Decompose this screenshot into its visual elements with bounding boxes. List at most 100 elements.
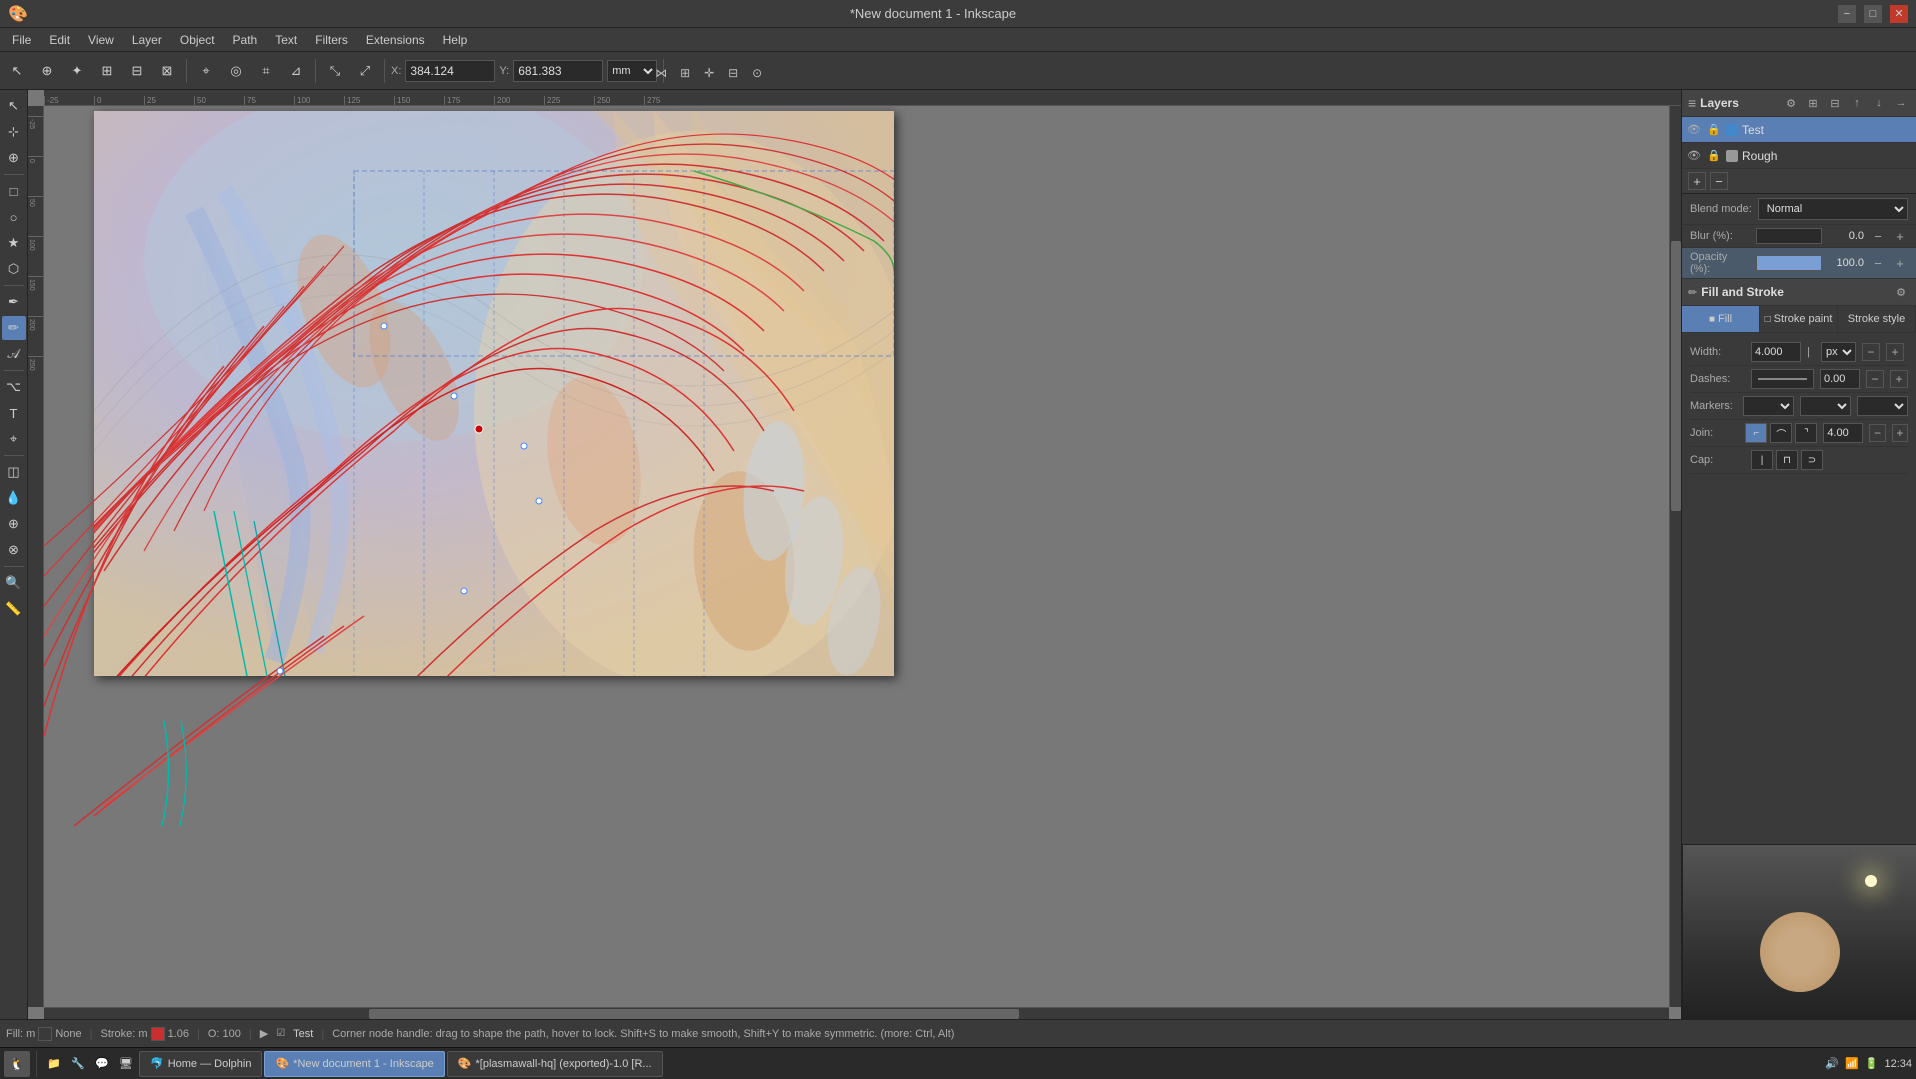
scrollbar-thumb-horizontal[interactable] — [369, 1009, 1019, 1019]
opacity-minus-btn[interactable]: − — [1870, 255, 1886, 271]
toolbar-btn-11[interactable]: ⤡ — [322, 58, 348, 84]
layers-btn-4[interactable]: ↑ — [1848, 94, 1866, 112]
layer-eye-rough[interactable]: 👁 — [1686, 149, 1702, 162]
menu-view[interactable]: View — [80, 31, 122, 49]
tool-connector[interactable]: ⌖ — [2, 427, 26, 451]
menu-text[interactable]: Text — [267, 31, 305, 49]
fill-stroke-settings-btn[interactable]: ⚙ — [1892, 283, 1910, 301]
layers-btn-6[interactable]: → — [1892, 94, 1910, 112]
toolbar-btn-2[interactable]: ⊕ — [34, 58, 60, 84]
marker-start-select[interactable]: Arrow — [1743, 396, 1794, 416]
join-bevel-btn[interactable]: ⌝ — [1795, 423, 1817, 443]
tool-rect[interactable]: □ — [2, 179, 26, 203]
tool-pencil[interactable]: ✏ — [2, 316, 26, 340]
tool-pen[interactable]: ✒ — [2, 290, 26, 314]
join-value-input[interactable] — [1823, 423, 1863, 443]
tool-gradient[interactable]: ◫ — [2, 460, 26, 484]
cap-butt-btn[interactable]: | — [1751, 450, 1773, 470]
close-button[interactable]: ✕ — [1890, 5, 1908, 23]
scrollbar-vertical[interactable] — [1669, 106, 1681, 1007]
layer-row-rough[interactable]: 👁 🔒 Rough — [1682, 143, 1916, 169]
menu-path[interactable]: Path — [225, 31, 266, 49]
layers-remove-btn[interactable]: − — [1710, 172, 1728, 190]
tool-spray[interactable]: ⊕ — [2, 512, 26, 536]
menu-file[interactable]: File — [4, 31, 39, 49]
tool-selector[interactable]: ↖ — [2, 94, 26, 118]
layer-lock-test[interactable]: 🔒 — [1706, 123, 1722, 136]
dashes-minus-btn[interactable]: − — [1866, 370, 1884, 388]
tool-measure[interactable]: 📏 — [2, 597, 26, 621]
toolbar-btn-6[interactable]: ⊠ — [154, 58, 180, 84]
tray-icon-2[interactable]: 🔧 — [67, 1053, 89, 1075]
blur-bar[interactable] — [1756, 228, 1822, 244]
layers-add-layer-btn[interactable]: ⊞ — [1804, 94, 1822, 112]
tool-node[interactable]: ⊹ — [2, 120, 26, 144]
join-plus-btn[interactable]: + — [1892, 424, 1908, 442]
canvas-area[interactable]: -25 0 25 50 75 100 125 150 175 200 225 2… — [28, 90, 1681, 1019]
blur-minus-btn[interactable]: − — [1870, 228, 1886, 244]
tool-eraser[interactable]: ⊗ — [2, 538, 26, 562]
fill-tab-fill[interactable]: ■ Fill — [1682, 306, 1760, 332]
width-unit-select[interactable]: px mm pt — [1821, 342, 1856, 362]
blend-mode-select[interactable]: Normal Multiply Screen Overlay — [1758, 198, 1908, 220]
tray-icon-4[interactable]: 🖥 — [115, 1053, 137, 1075]
join-minus-btn[interactable]: − — [1869, 424, 1885, 442]
snap-btn-2[interactable]: ⊞ — [674, 62, 696, 84]
layers-options-btn[interactable]: ⚙ — [1782, 94, 1800, 112]
snap-btn-1[interactable]: ⋈ — [650, 62, 672, 84]
toolbar-btn-8[interactable]: ◎ — [223, 58, 249, 84]
toolbar-btn-3[interactable]: ✦ — [64, 58, 90, 84]
dashes-value-input[interactable] — [1820, 369, 1860, 389]
tool-3d[interactable]: ⬡ — [2, 257, 26, 281]
toolbar-select-btn[interactable]: ↖ — [4, 58, 30, 84]
snap-btn-5[interactable]: ⊙ — [746, 62, 768, 84]
width-plus-btn[interactable]: + — [1886, 343, 1904, 361]
toolbar-btn-7[interactable]: ⌖ — [193, 58, 219, 84]
blur-plus-btn[interactable]: + — [1892, 228, 1908, 244]
join-miter-btn[interactable]: ⌐ — [1745, 423, 1767, 443]
opacity-plus-btn[interactable]: + — [1892, 255, 1908, 271]
menu-help[interactable]: Help — [435, 31, 476, 49]
snap-btn-3[interactable]: ✛ — [698, 62, 720, 84]
tool-circle[interactable]: ○ — [2, 205, 26, 229]
menu-layer[interactable]: Layer — [124, 31, 170, 49]
menu-extensions[interactable]: Extensions — [358, 31, 433, 49]
fill-tab-stroke-style[interactable]: Stroke style — [1838, 306, 1916, 332]
layer-eye-test[interactable]: 👁 — [1686, 123, 1702, 136]
y-input[interactable] — [513, 60, 603, 82]
cap-round-btn[interactable]: ⊃ — [1801, 450, 1823, 470]
taskbar-inkscape[interactable]: 🎨 *New document 1 - Inkscape — [264, 1051, 444, 1077]
canvas-viewport[interactable] — [44, 106, 1669, 1007]
tool-bucket[interactable]: ⌥ — [2, 375, 26, 399]
width-input[interactable] — [1751, 342, 1801, 362]
layers-btn-5[interactable]: ↓ — [1870, 94, 1888, 112]
scrollbar-thumb-vertical[interactable] — [1671, 241, 1681, 511]
dash-preview[interactable] — [1751, 369, 1814, 389]
toolbar-btn-12[interactable]: ⤢ — [352, 58, 378, 84]
taskbar-plasma[interactable]: 🎨 *[plasmawall-hq] (exported)-1.0 [R... — [447, 1051, 663, 1077]
minimize-button[interactable]: − — [1838, 5, 1856, 23]
marker-end-select[interactable]: Arrow — [1857, 396, 1908, 416]
layer-row-test[interactable]: 👁 🔒 Test — [1682, 117, 1916, 143]
menu-object[interactable]: Object — [172, 31, 223, 49]
tool-dropper[interactable]: 💧 — [2, 486, 26, 510]
tool-text[interactable]: T — [2, 401, 26, 425]
taskbar-dolphin[interactable]: 🐬 Home — Dolphin — [139, 1051, 262, 1077]
x-input[interactable] — [405, 60, 495, 82]
tool-zoom[interactable]: ⊕ — [2, 146, 26, 170]
toolbar-btn-10[interactable]: ⊿ — [283, 58, 309, 84]
layers-btn-3[interactable]: ⊟ — [1826, 94, 1844, 112]
menu-edit[interactable]: Edit — [41, 31, 78, 49]
toolbar-btn-5[interactable]: ⊟ — [124, 58, 150, 84]
tool-search[interactable]: 🔍 — [2, 571, 26, 595]
cap-square-btn[interactable]: ⊓ — [1776, 450, 1798, 470]
tool-calligraphy[interactable]: 𝒜 — [2, 342, 26, 366]
opacity-bar[interactable] — [1756, 255, 1822, 271]
width-minus-btn[interactable]: − — [1862, 343, 1880, 361]
maximize-button[interactable]: □ — [1864, 5, 1882, 23]
scrollbar-horizontal[interactable] — [44, 1007, 1669, 1019]
start-button[interactable]: 🐧 — [4, 1051, 30, 1077]
toolbar-btn-9[interactable]: ⌗ — [253, 58, 279, 84]
join-round-btn[interactable]: ⌒ — [1770, 423, 1792, 443]
snap-btn-4[interactable]: ⊟ — [722, 62, 744, 84]
